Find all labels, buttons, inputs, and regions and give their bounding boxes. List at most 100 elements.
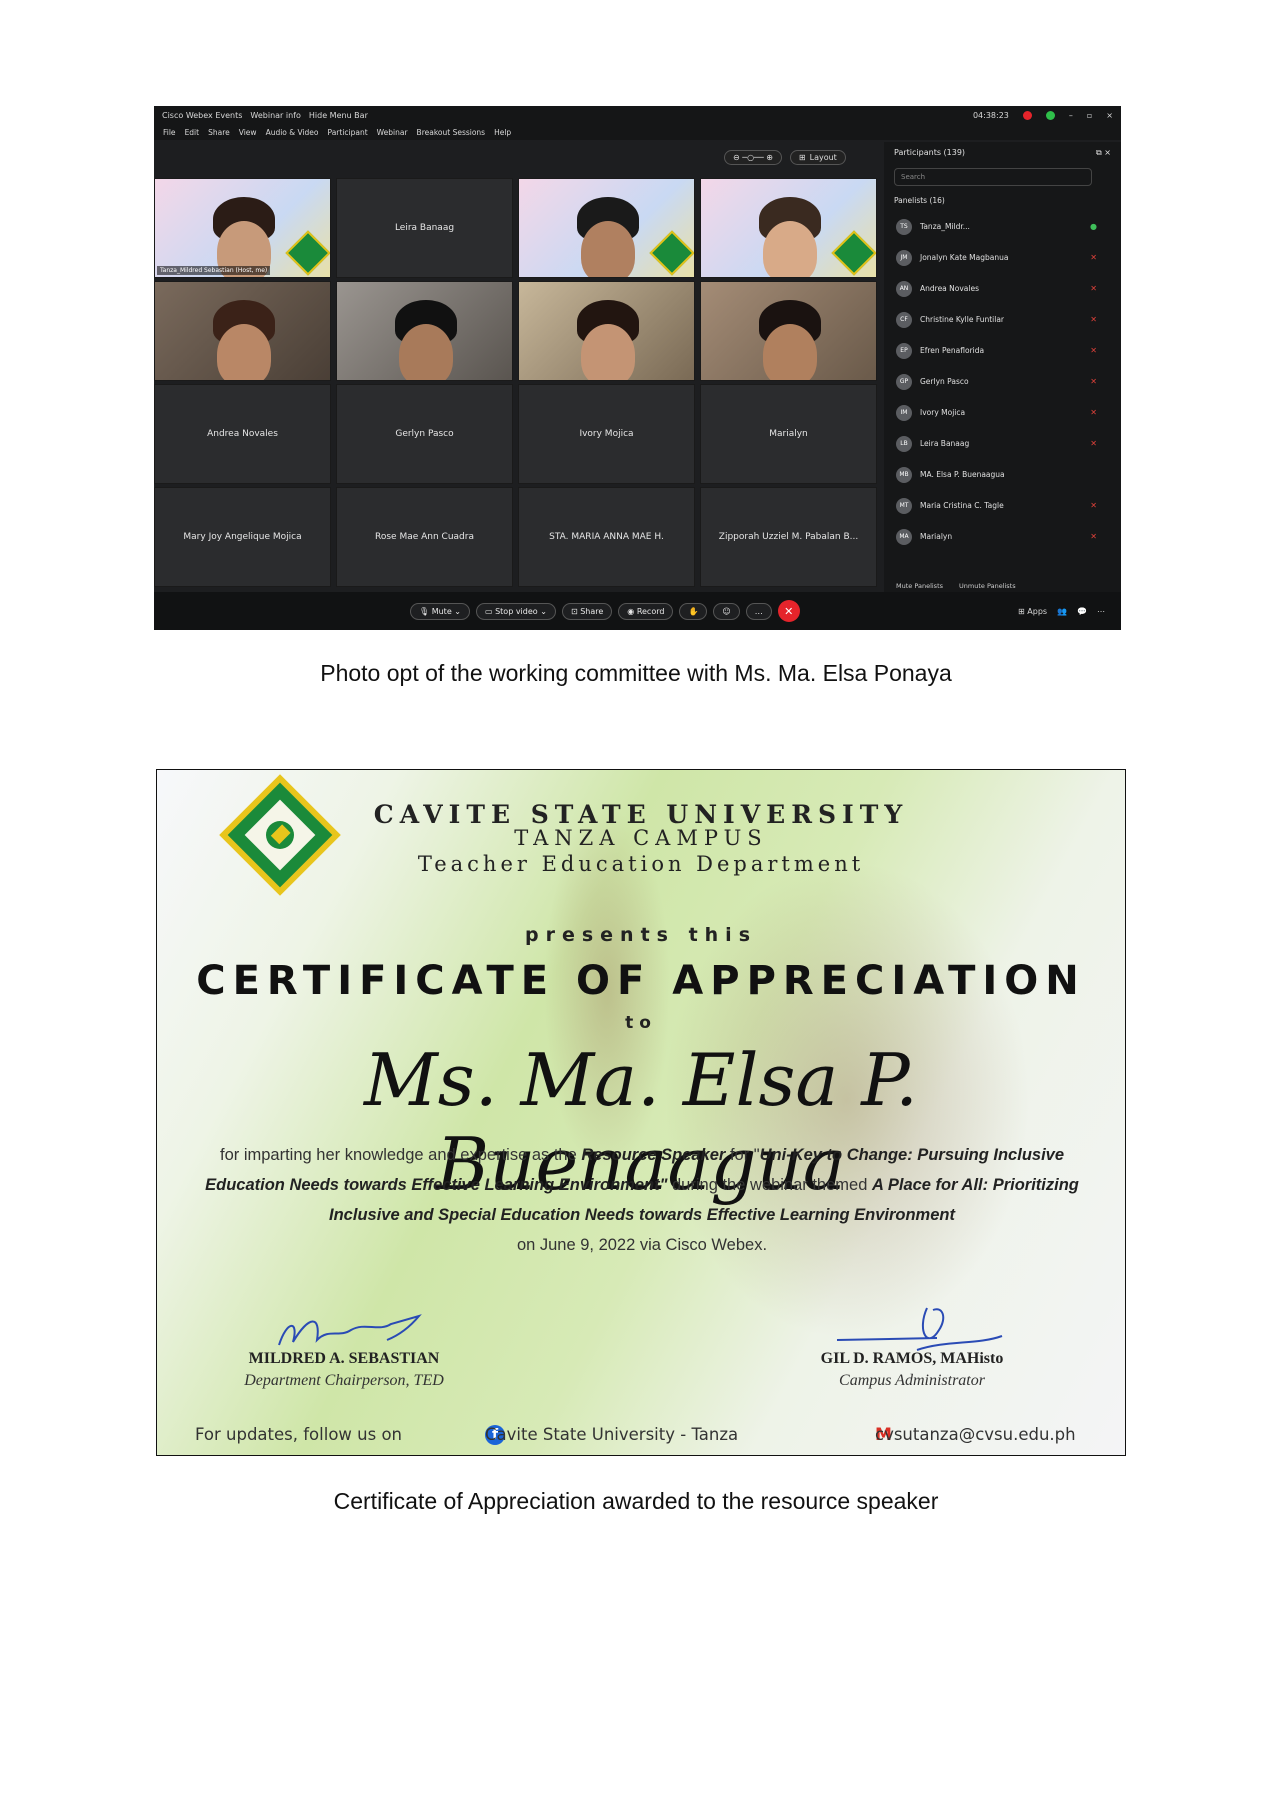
menu-webinar[interactable]: Webinar [377,128,408,137]
meeting-clock: 04:38:23 [972,110,1009,120]
more-options-icon[interactable]: ⋯ [1097,607,1105,616]
department-name: Teacher Education Department [417,852,865,876]
reactions-button[interactable]: ☺ [713,602,740,620]
tile-name: Rose Mae Ann Cuadra [375,532,474,542]
body-role: Resource Speaker [581,1146,726,1164]
menu-participant[interactable]: Participant [328,128,368,137]
participants-icon[interactable]: 👥 [1057,607,1067,616]
mute-button[interactable]: 🎙 Mute ⌄ [410,602,470,620]
panelist-name: MA. Elsa P. Buenaagua [920,470,1005,479]
record-button[interactable]: ◉ Record [618,602,674,620]
unmute-panelists-button[interactable]: Unmute Panelists [959,582,1016,590]
raise-hand-button[interactable]: ✋ [679,602,708,620]
mute-label: Mute [431,606,452,616]
panelist-row[interactable]: MT Maria Cristina C. Tagle ✕ [884,490,1121,521]
panelist-row[interactable]: JM Jonalyn Kate Magbanua ✕ [884,242,1121,273]
avatar: MT [896,497,912,514]
view-tools: ⊖ ─○── ⊕ ⊞ Layout [724,150,846,165]
hide-menu-button[interactable]: Hide Menu Bar [309,111,368,120]
video-tile[interactable]: STA. MARIA ANNA MAE H. [518,487,695,587]
video-tile[interactable]: Mary Joy Angelique Mojica [154,487,331,587]
panelist-row[interactable]: MB MA. Elsa P. Buenaagua [884,459,1121,490]
menu-audio-video[interactable]: Audio & Video [266,128,319,137]
video-tile[interactable] [518,178,695,278]
tile-name: Mary Joy Angelique Mojica [183,532,302,542]
video-tile[interactable] [700,281,877,381]
avatar: GP [896,373,912,390]
video-tile[interactable] [518,281,695,381]
panelist-name: Tanza_Mildr... [920,222,970,231]
tile-name: Zipporah Uzziel M. Pabalan B... [718,532,859,542]
panelist-name: Andrea Novales [920,284,979,293]
menu-view[interactable]: View [239,128,257,137]
video-tile[interactable]: Leira Banaag [336,178,513,278]
video-tile[interactable]: Rose Mae Ann Cuadra [336,487,513,587]
video-tile[interactable] [700,178,877,278]
presents-text: presents this [524,924,757,946]
webex-title-bar: Cisco Webex Events Webinar info Hide Men… [154,106,1121,124]
panelists-header[interactable]: Panelists (16) [884,190,1121,211]
stop-video-button[interactable]: ▭ Stop video ⌄ [475,602,556,620]
panelist-row[interactable]: EP Efren Penaflorida ✕ [884,335,1121,366]
panelist-name: Maria Cristina C. Tagle [920,501,1004,510]
avatar: CF [896,311,912,328]
mute-panelists-button[interactable]: Mute Panelists [896,582,943,590]
body-text-1: for imparting her knowledge and expertis… [219,1146,582,1164]
video-tile[interactable] [336,281,513,381]
webex-menu-bar: File Edit Share View Audio & Video Parti… [154,124,1121,140]
participants-header[interactable]: Participants (139) [894,148,965,158]
leave-button[interactable]: ✕ [777,600,800,622]
share-label: Share [580,606,604,616]
mic-muted-icon: ✕ [1090,253,1097,262]
avatar: EP [896,342,912,359]
panelist-row[interactable]: CF Christine Kylle Funtilar ✕ [884,304,1121,335]
panelist-row[interactable]: TS Tanza_Mildr... ● [884,211,1121,242]
left-signature-icon [278,1314,422,1346]
video-tile[interactable]: Tanza_Mildred Sebastian (Host, me) [154,178,331,278]
panelist-row[interactable]: AN Andrea Novales ✕ [884,273,1121,304]
close-icon[interactable]: × [1106,111,1113,120]
more-button[interactable]: … [745,602,772,620]
webinar-info-button[interactable]: Webinar info [250,111,300,120]
certificate-title: CERTIFICATE OF APPRECIATION [196,958,1086,1004]
video-tile[interactable]: Marialyn [700,384,877,484]
panelist-name: Ivory Mojica [920,408,966,417]
mic-muted-icon: ✕ [1090,346,1097,355]
panelist-row[interactable]: GP Gerlyn Pasco ✕ [884,366,1121,397]
university-logo-icon [285,230,330,276]
panel-popout-icon[interactable]: ⧉ × [1096,148,1111,158]
video-tile[interactable]: Andrea Novales [154,384,331,484]
video-tile[interactable]: Ivory Mojica [518,384,695,484]
menu-help[interactable]: Help [494,128,511,137]
chat-icon[interactable]: 💬 [1077,607,1087,616]
menu-file[interactable]: File [163,128,176,137]
share-icon: ⊡ [570,606,578,616]
layout-label: Layout [809,153,837,162]
layout-icon: ⊞ [798,153,806,162]
panelist-row[interactable]: MA Marialyn ✕ [884,521,1121,552]
minimize-icon[interactable]: – [1069,111,1073,120]
participant-search-input[interactable]: Search [894,168,1092,186]
menu-edit[interactable]: Edit [185,128,200,137]
layout-button[interactable]: ⊞ Layout [789,150,846,165]
zoom-slider[interactable]: ⊖ ─○── ⊕ [724,150,782,165]
facebook-page: Cavite State University - Tanza [485,1425,739,1444]
tile-name: Gerlyn Pasco [395,429,454,439]
tile-name: Ivory Mojica [579,429,634,439]
menu-share[interactable]: Share [208,128,230,137]
certificate: CAVITE STATE UNIVERSITY TANZA CAMPUS Tea… [156,769,1126,1456]
panelist-row[interactable]: LB Leira Banaag ✕ [884,428,1121,459]
more-icon: … [754,606,763,616]
tile-name: Andrea Novales [207,429,278,439]
share-button[interactable]: ⊡ Share [561,602,613,620]
video-tile[interactable]: Zipporah Uzziel M. Pabalan B... [700,487,877,587]
maximize-icon[interactable]: ▫ [1087,111,1092,120]
close-icon: ✕ [784,604,794,618]
video-tile[interactable] [154,281,331,381]
panelist-name: Jonalyn Kate Magbanua [920,253,1009,262]
menu-breakout[interactable]: Breakout Sessions [417,128,486,137]
video-tile[interactable]: Gerlyn Pasco [336,384,513,484]
apps-button[interactable]: ⊞ Apps [1018,607,1047,616]
panelist-row[interactable]: IM Ivory Mojica ✕ [884,397,1121,428]
smiley-icon: ☺ [722,606,731,616]
